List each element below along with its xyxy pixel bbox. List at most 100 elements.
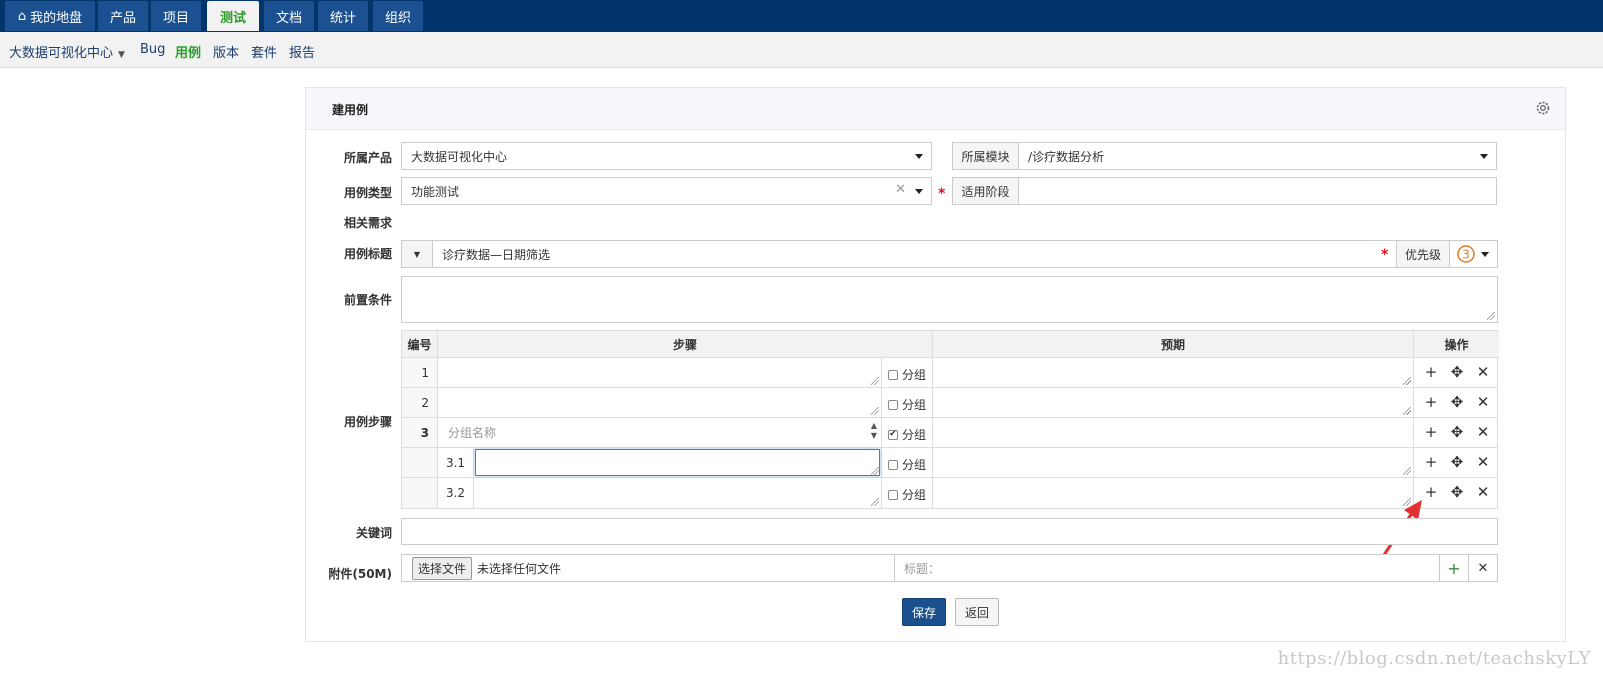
expect-textarea[interactable] — [933, 358, 1414, 387]
step-num: 1 — [402, 358, 438, 387]
priority-value: 3 — [1462, 248, 1470, 262]
attach-title-placeholder: 标题： — [904, 561, 941, 576]
caret-down-icon — [915, 154, 923, 159]
save-button[interactable]: 保存 — [902, 598, 946, 626]
resize-handle[interactable] — [871, 407, 879, 415]
move-step-icon[interactable]: ✥ — [1444, 423, 1470, 441]
tab-stats[interactable]: 统计 — [318, 1, 368, 31]
delete-step-icon[interactable]: ✕ — [1470, 393, 1496, 411]
spinner-icon[interactable]: ▲ ▼ — [871, 421, 877, 441]
tab-org[interactable]: 组织 — [373, 1, 423, 31]
choose-file-button[interactable]: 选择文件 — [412, 556, 473, 580]
keywords-input[interactable] — [401, 518, 1498, 545]
step-textarea-focused[interactable] — [474, 448, 882, 477]
group-checkbox-checked[interactable]: ✔ 分组 — [888, 426, 926, 443]
title-color-picker[interactable]: ▼ — [401, 240, 433, 268]
gear-icon[interactable] — [1535, 100, 1551, 116]
move-step-icon[interactable]: ✥ — [1444, 363, 1470, 381]
add-step-icon[interactable]: + — [1418, 483, 1444, 501]
move-step-icon[interactable]: ✥ — [1444, 483, 1470, 501]
tab-my-dashboard[interactable]: ⌂ 我的地盘 — [5, 1, 95, 31]
panel-title: 建用例 — [332, 103, 369, 117]
watermark: https://blog.csdn.net/teachskyLY — [1277, 648, 1591, 669]
add-file-button[interactable]: + — [1439, 554, 1469, 582]
group-checkbox[interactable]: 分组 — [888, 366, 926, 383]
back-button[interactable]: 返回 — [955, 598, 999, 626]
subnav-build[interactable]: 版本 — [213, 42, 239, 61]
tab-label: 项目 — [162, 10, 189, 26]
step-textarea[interactable] — [438, 358, 882, 387]
add-step-icon[interactable]: + — [1418, 423, 1444, 441]
add-step-icon[interactable]: + — [1418, 453, 1444, 471]
expect-textarea[interactable] — [933, 478, 1414, 508]
subnav-case[interactable]: 用例 — [175, 42, 201, 61]
tab-project[interactable]: 项目 — [151, 1, 201, 31]
tab-test[interactable]: 测试 — [207, 1, 259, 31]
product-switcher-label: 大数据可视化中心 — [9, 46, 114, 61]
sub-nav: 大数据可视化中心 ▼ Bug 用例 版本 套件 报告 — [0, 32, 1603, 68]
step-textarea[interactable] — [438, 388, 882, 417]
resize-handle[interactable] — [1403, 377, 1411, 385]
type-select[interactable]: 功能测试 ✕ — [401, 177, 932, 205]
resize-handle[interactable] — [871, 377, 879, 385]
tab-label: 产品 — [109, 10, 136, 26]
priority-select[interactable]: 3 — [1449, 240, 1498, 268]
type-select-value: 功能测试 — [411, 184, 460, 199]
expect-cell — [933, 418, 1414, 447]
remove-file-button[interactable]: ✕ — [1468, 554, 1498, 582]
attach-title-input[interactable]: 标题： — [894, 554, 1440, 582]
resize-handle[interactable] — [1403, 467, 1411, 475]
tab-product[interactable]: 产品 — [98, 1, 148, 31]
subnav-bug[interactable]: Bug — [140, 42, 165, 57]
resize-handle[interactable] — [1403, 407, 1411, 415]
group-name-input[interactable]: 分组名称 ▲ ▼ — [438, 418, 882, 447]
expect-textarea[interactable] — [933, 448, 1414, 477]
group-checkbox-cell: 分组 — [882, 448, 933, 477]
move-step-icon[interactable]: ✥ — [1444, 393, 1470, 411]
precondition-textarea[interactable] — [401, 276, 1498, 323]
group-checkbox-cell: 分组 — [882, 478, 933, 508]
delete-step-icon[interactable]: ✕ — [1470, 483, 1496, 501]
file-input[interactable]: 选择文件 未选择任何文件 — [401, 554, 895, 582]
tab-label: 组织 — [384, 10, 411, 26]
add-step-icon[interactable]: + — [1418, 393, 1444, 411]
type-label: 用例类型 — [343, 186, 392, 200]
group-checkbox-cell: 分组 — [882, 358, 933, 387]
group-checkbox-label: 分组 — [902, 428, 927, 442]
tab-doc[interactable]: 文档 — [264, 1, 314, 31]
product-select[interactable]: 大数据可视化中心 — [401, 142, 932, 170]
clear-icon[interactable]: ✕ — [895, 182, 906, 197]
no-file-text: 未选择任何文件 — [477, 561, 562, 576]
title-input[interactable]: 诊疗数据—日期筛选 — [432, 240, 1397, 268]
group-checkbox[interactable]: 分组 — [888, 396, 926, 413]
home-icon: ⌂ — [17, 8, 27, 24]
resize-handle[interactable] — [871, 498, 879, 506]
subnav-report[interactable]: 报告 — [289, 42, 315, 61]
resize-handle[interactable] — [871, 467, 879, 475]
delete-step-icon[interactable]: ✕ — [1470, 423, 1496, 441]
product-switcher[interactable]: 大数据可视化中心 ▼ — [9, 42, 125, 61]
stage-select[interactable] — [1018, 177, 1497, 205]
close-icon: ✕ — [1477, 560, 1489, 576]
delete-step-icon[interactable]: ✕ — [1470, 453, 1496, 471]
resize-handle[interactable] — [1487, 312, 1495, 320]
tab-label: 我的地盘 — [30, 10, 83, 26]
group-checkbox-label: 分组 — [902, 458, 927, 472]
checkbox-icon — [888, 369, 898, 380]
step-num: 3.1 — [438, 448, 474, 477]
step-row: 1 分组 + ✥ ✕ — [402, 358, 1497, 388]
step-textarea[interactable] — [474, 478, 882, 508]
step-row: 3.1 分组 + ✥ ✕ — [402, 448, 1497, 478]
group-checkbox[interactable]: 分组 — [888, 486, 926, 503]
expect-textarea[interactable] — [933, 388, 1414, 417]
panel-header: 建用例 — [306, 88, 1565, 130]
caret-down-icon — [915, 189, 923, 194]
move-step-icon[interactable]: ✥ — [1444, 453, 1470, 471]
add-step-icon[interactable]: + — [1418, 363, 1444, 381]
group-checkbox-cell: 分组 — [882, 388, 933, 417]
module-select-value: /诊疗数据分析 — [1028, 149, 1105, 164]
subnav-suite[interactable]: 套件 — [251, 42, 277, 61]
module-select[interactable]: /诊疗数据分析 — [1018, 142, 1497, 170]
group-checkbox[interactable]: 分组 — [888, 456, 926, 473]
delete-step-icon[interactable]: ✕ — [1470, 363, 1496, 381]
